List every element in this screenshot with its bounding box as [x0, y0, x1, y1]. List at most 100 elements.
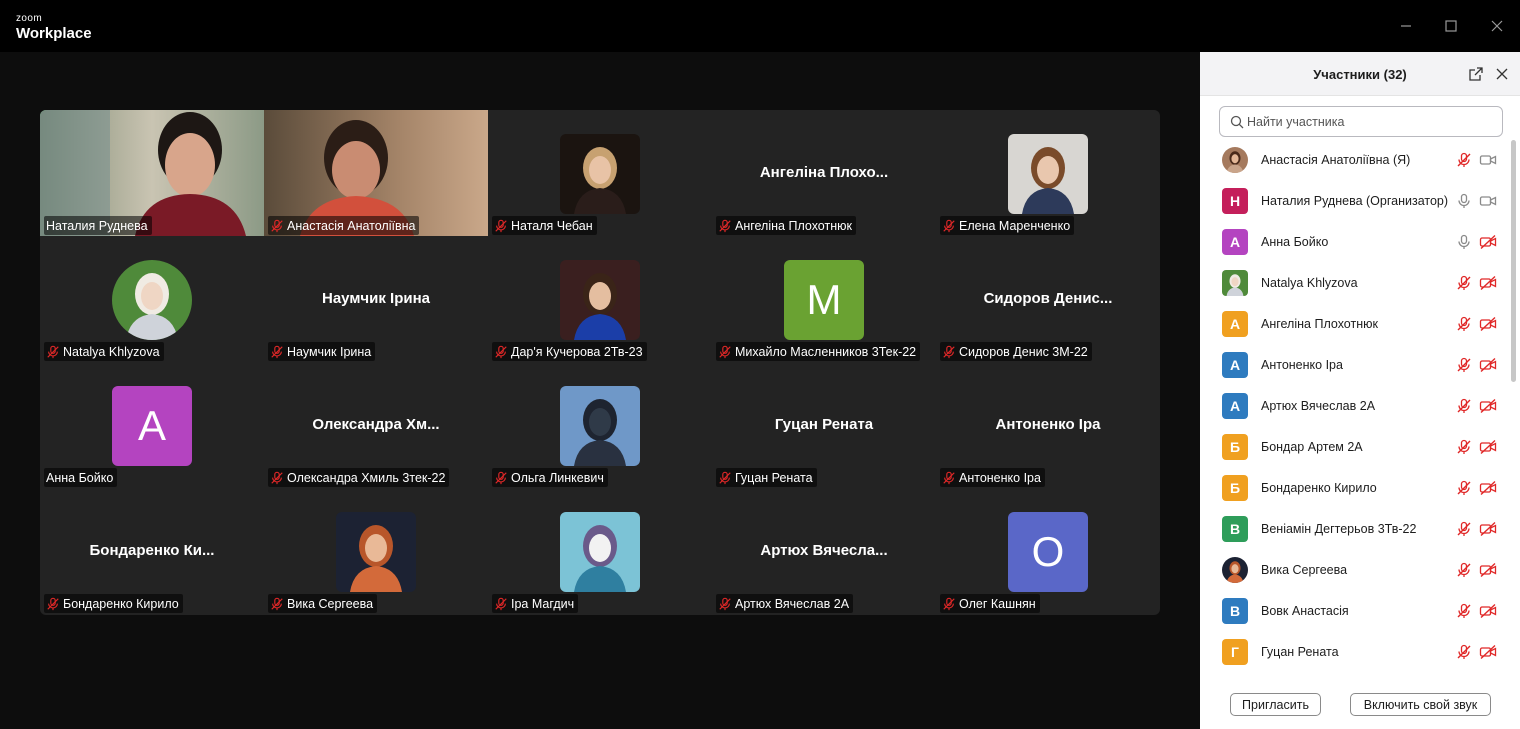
video-tile[interactable]: Дар'я Кучерова 2Тв-23 — [488, 236, 712, 362]
video-tile[interactable]: Ангеліна Плохо... Ангеліна Плохотнюк — [712, 110, 936, 236]
video-tile[interactable]: Ольга Линкевич — [488, 362, 712, 488]
participants-panel: Участники (32) Анастасія Анатоліївна (Я)… — [1200, 52, 1520, 729]
camera-icon[interactable] — [1479, 152, 1497, 168]
participant-row[interactable]: Б Бондар Артем 2А — [1200, 427, 1510, 468]
participant-name: Natalya Khlyzova — [1261, 276, 1358, 290]
camera-off-icon[interactable] — [1479, 234, 1497, 250]
minimize-icon[interactable] — [1396, 16, 1416, 36]
video-tile[interactable]: Анастасія Анатоліївна — [264, 110, 488, 236]
tile-name-label: Олександра Хмиль 3тек-22 — [268, 468, 450, 487]
participant-avatar: А — [1222, 393, 1248, 419]
participant-avatar: Н — [1222, 188, 1248, 214]
maximize-icon[interactable] — [1441, 16, 1461, 36]
participant-avatar: O — [1008, 512, 1088, 592]
camera-off-icon[interactable] — [1479, 562, 1497, 578]
video-tile[interactable]: Іра Магдич — [488, 488, 712, 614]
camera-off-icon[interactable] — [1479, 644, 1497, 660]
participant-name: Антоненко Іра — [1261, 358, 1343, 372]
avatar-letter: A — [137, 402, 166, 449]
participant-name: Вовк Анастасія — [1261, 604, 1349, 618]
scroll-thumb[interactable] — [1511, 140, 1516, 382]
mic-muted-icon[interactable] — [1456, 439, 1472, 455]
participant-row[interactable]: В Веніамін Дегтерьов 3Тв-22 — [1200, 509, 1510, 550]
video-tile[interactable]: Елена Маренченко — [936, 110, 1160, 236]
participant-row[interactable]: А Артюх Вячеслав 2А — [1200, 386, 1510, 427]
participant-row[interactable]: А Анна Бойко — [1200, 222, 1510, 263]
video-tile[interactable]: Гуцан Рената Гуцан Рената — [712, 362, 936, 488]
mic-muted-icon[interactable] — [1456, 275, 1472, 291]
participant-search[interactable] — [1219, 106, 1503, 137]
video-tile[interactable]: Артюх Вячесла... Артюх Вячеслав 2А — [712, 488, 936, 614]
mic-muted-icon[interactable] — [1456, 521, 1472, 537]
participant-name: Анна Бойко — [1261, 235, 1329, 249]
participant-row[interactable]: Анастасія Анатоліївна (Я) — [1200, 140, 1510, 181]
search-input[interactable] — [1247, 112, 1497, 132]
tile-display-name: Наумчик Ірина — [322, 290, 430, 307]
camera-off-icon[interactable] — [1479, 480, 1497, 496]
participant-avatar: В — [1222, 598, 1248, 624]
mic-muted-icon[interactable] — [1456, 603, 1472, 619]
participant-row[interactable]: Вика Сергеева — [1200, 550, 1510, 591]
camera-icon[interactable] — [1479, 193, 1497, 209]
tile-name-label: Гуцан Рената — [716, 468, 817, 487]
video-tile[interactable]: Наумчик Ірина Наумчик Ірина — [264, 236, 488, 362]
participant-list[interactable]: Анастасія Анатоліївна (Я) Н Наталия Руднев… — [1200, 140, 1510, 680]
camera-off-icon[interactable] — [1479, 357, 1497, 373]
close-panel-icon[interactable] — [1494, 66, 1510, 82]
mic-muted-icon — [942, 597, 956, 611]
video-tile[interactable]: Наталя Чебан — [488, 110, 712, 236]
mic-muted-icon[interactable] — [1456, 562, 1472, 578]
mic-muted-icon[interactable] — [1456, 152, 1472, 168]
mic-muted-icon — [942, 345, 956, 359]
tile-name: Вика Сергеева — [287, 596, 374, 611]
mic-muted-icon[interactable] — [1456, 480, 1472, 496]
video-tile[interactable]: Вика Сергеева — [264, 488, 488, 614]
tile-name-label: Вика Сергеева — [268, 594, 378, 613]
panel-header: Участники (32) — [1200, 52, 1520, 96]
video-tile[interactable]: Олександра Хм... Олександра Хмиль 3тек-22 — [264, 362, 488, 488]
mic-icon[interactable] — [1456, 193, 1472, 209]
tile-name-label: Елена Маренченко — [940, 216, 1075, 235]
participant-row[interactable]: В Вовк Анастасія — [1200, 591, 1510, 632]
mic-muted-icon — [942, 219, 956, 233]
tile-name-label: Михайло Масленников 3Тек-22 — [716, 342, 921, 361]
participant-row[interactable]: Б Бондаренко Кирило — [1200, 468, 1510, 509]
invite-button[interactable]: Пригласить — [1230, 693, 1321, 716]
camera-off-icon[interactable] — [1479, 439, 1497, 455]
close-window-icon[interactable] — [1487, 16, 1507, 36]
participant-name: Бондар Артем 2А — [1261, 440, 1363, 454]
participant-row[interactable]: А Антоненко Іра — [1200, 345, 1510, 386]
video-tile[interactable]: M Михайло Масленников 3Тек-22 — [712, 236, 936, 362]
participant-row[interactable]: А Ангеліна Плохотнюк — [1200, 304, 1510, 345]
camera-off-icon[interactable] — [1479, 398, 1497, 414]
video-tile[interactable]: A Анна Бойко — [40, 362, 264, 488]
pop-out-icon[interactable] — [1468, 66, 1484, 82]
participant-row[interactable]: Г Гуцан Рената — [1200, 632, 1510, 673]
mic-muted-icon[interactable] — [1456, 357, 1472, 373]
video-tile[interactable]: Бондаренко Ки... Бондаренко Кирило — [40, 488, 264, 614]
camera-off-icon[interactable] — [1479, 275, 1497, 291]
participant-avatar — [1008, 134, 1088, 214]
mic-muted-icon[interactable] — [1456, 398, 1472, 414]
video-tile[interactable]: Natalya Khlyzova — [40, 236, 264, 362]
tile-name-label: Ангеліна Плохотнюк — [716, 216, 856, 235]
video-tile[interactable]: Наталия Руднева — [40, 110, 264, 236]
unmute-self-button[interactable]: Включить свой звук — [1350, 693, 1491, 716]
avatar-letter: M — [806, 276, 842, 323]
participant-scrollbar[interactable] — [1510, 140, 1516, 680]
video-tile[interactable]: Антоненко Іра Антоненко Іра — [936, 362, 1160, 488]
video-tile[interactable]: O Олег Кашнян — [936, 488, 1160, 614]
mic-icon[interactable] — [1456, 234, 1472, 250]
participant-row[interactable]: Н Наталия Руднева (Организатор) — [1200, 181, 1510, 222]
participant-avatar: Б — [1222, 475, 1248, 501]
camera-off-icon[interactable] — [1479, 316, 1497, 332]
video-tile[interactable]: Сидоров Денис... Сидоров Денис 3М-22 — [936, 236, 1160, 362]
participant-avatar — [560, 386, 640, 466]
participant-row[interactable]: Natalya Khlyzova — [1200, 263, 1510, 304]
tile-name: Олександра Хмиль 3тек-22 — [287, 470, 446, 485]
participant-name: Ангеліна Плохотнюк — [1261, 317, 1378, 331]
mic-muted-icon[interactable] — [1456, 316, 1472, 332]
mic-muted-icon[interactable] — [1456, 644, 1472, 660]
camera-off-icon[interactable] — [1479, 521, 1497, 537]
camera-off-icon[interactable] — [1479, 603, 1497, 619]
